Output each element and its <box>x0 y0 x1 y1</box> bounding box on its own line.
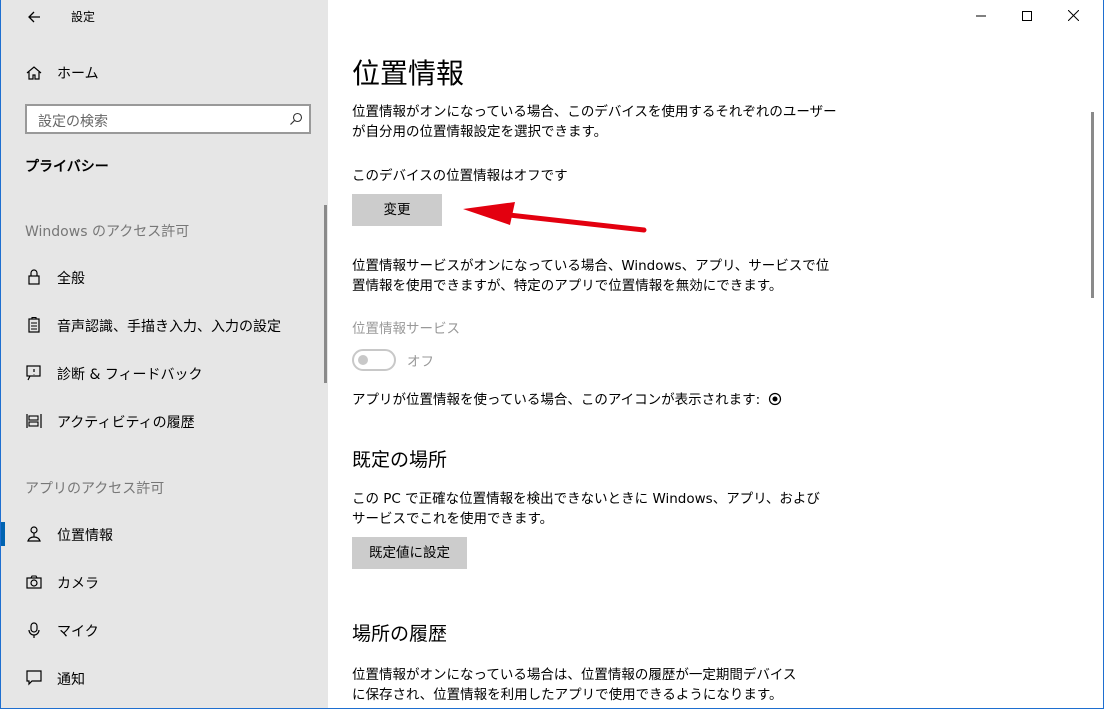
service-desc-line1: 位置情報サービスがオンになっている場合、Windows、アプリ、サービスで位 <box>352 258 830 274</box>
maximize-icon <box>1022 11 1032 21</box>
sidebar-item-camera[interactable]: カメラ <box>1 564 321 600</box>
sidebar-item-label: カメラ <box>57 576 99 592</box>
service-desc-line2: 置情報を使用できますが、特定のアプリで位置情報を無効にできます。 <box>352 278 783 294</box>
sidebar-item-notifications[interactable]: 通知 <box>1 660 321 696</box>
location-service-label: 位置情報サービス <box>352 321 460 337</box>
home-icon <box>26 66 42 80</box>
microphone-icon <box>28 622 40 638</box>
location-icon <box>27 526 41 542</box>
sidebar-item-label: 位置情報 <box>57 528 113 544</box>
intro-text-line2: が自分用の位置情報設定を選択できます。 <box>352 124 608 140</box>
back-arrow-icon <box>28 11 40 23</box>
device-location-status: このデバイスの位置情報はオフです <box>352 168 568 184</box>
window-border-left <box>0 0 1 709</box>
history-desc-line2: に保存され、位置情報を利用したアプリで使用できるようになります。 <box>352 687 783 703</box>
sidebar-item-label: 全般 <box>57 271 85 287</box>
toggle-knob <box>358 355 368 365</box>
notification-icon <box>26 670 42 686</box>
sidebar: 設定 ホーム 設定の検索 プライバシー Windows のアクセス許可 全般 音… <box>1 0 328 709</box>
sidebar-item-activity[interactable]: アクティビティの履歴 <box>1 403 321 439</box>
app-title: 設定 <box>71 10 96 24</box>
sidebar-item-general[interactable]: 全般 <box>1 259 321 295</box>
location-history-title: 場所の履歴 <box>352 623 448 645</box>
set-default-button[interactable]: 既定値に設定 <box>352 537 467 569</box>
sidebar-item-label: 音声認識、手描き入力、入力の設定 <box>57 319 281 335</box>
sidebar-scrollbar[interactable] <box>324 205 327 383</box>
change-button[interactable]: 変更 <box>352 194 442 226</box>
group-header-apps: アプリのアクセス許可 <box>25 481 165 497</box>
location-service-toggle[interactable] <box>352 349 396 371</box>
active-indicator <box>1 522 5 546</box>
sidebar-item-label: ホーム <box>57 66 99 82</box>
sidebar-item-diagnostics[interactable]: 診断 & フィードバック <box>1 355 321 391</box>
lock-icon <box>28 269 40 285</box>
close-icon <box>1067 9 1079 22</box>
camera-icon <box>26 575 42 589</box>
annotation-arrow <box>463 202 647 233</box>
toggle-state-label: オフ <box>407 354 434 370</box>
minimize-icon <box>976 15 986 17</box>
sidebar-item-label: アクティビティの履歴 <box>57 415 195 431</box>
sidebar-item-label: 診断 & フィードバック <box>57 367 203 383</box>
search-input[interactable]: 設定の検索 <box>25 104 311 134</box>
sidebar-item-location[interactable]: 位置情報 <box>1 516 321 552</box>
sidebar-item-label: 通知 <box>57 672 85 688</box>
icon-note: アプリが位置情報を使っている場合、このアイコンが表示されます: <box>352 390 782 410</box>
back-button[interactable] <box>23 6 45 28</box>
minimize-button[interactable] <box>958 0 1004 32</box>
clipboard-icon <box>28 316 40 333</box>
history-desc-line1: 位置情報がオンになっている場合は、位置情報の履歴が一定期間デバイス <box>352 667 797 683</box>
section-title: プライバシー <box>25 159 109 175</box>
sidebar-item-microphone[interactable]: マイク <box>1 612 321 648</box>
group-header-windows: Windows のアクセス許可 <box>25 224 190 240</box>
location-in-use-icon <box>768 392 781 406</box>
close-button[interactable] <box>1050 0 1096 32</box>
page-title: 位置情報 <box>352 57 465 90</box>
timeline-icon <box>26 414 42 428</box>
search-icon <box>290 112 303 125</box>
intro-text-line1: 位置情報がオンになっている場合、このデバイスを使用するそれぞれのユーザー <box>352 104 837 120</box>
default-location-desc-line1: この PC で正確な位置情報を検出できないときに Windows、アプリ、および <box>352 491 820 507</box>
icon-note-text: アプリが位置情報を使っている場合、このアイコンが表示されます: <box>352 392 761 408</box>
sidebar-item-label: マイク <box>57 624 99 640</box>
default-location-title: 既定の場所 <box>352 449 448 471</box>
main-scrollbar[interactable] <box>1091 112 1094 298</box>
sidebar-item-speech[interactable]: 音声認識、手描き入力、入力の設定 <box>1 307 321 343</box>
sidebar-item-home[interactable]: ホーム <box>1 58 321 88</box>
maximize-button[interactable] <box>1004 0 1050 32</box>
default-location-desc-line2: サービスでこれを使用できます。 <box>352 511 554 527</box>
search-placeholder: 設定の検索 <box>38 114 108 130</box>
feedback-icon <box>26 365 41 381</box>
